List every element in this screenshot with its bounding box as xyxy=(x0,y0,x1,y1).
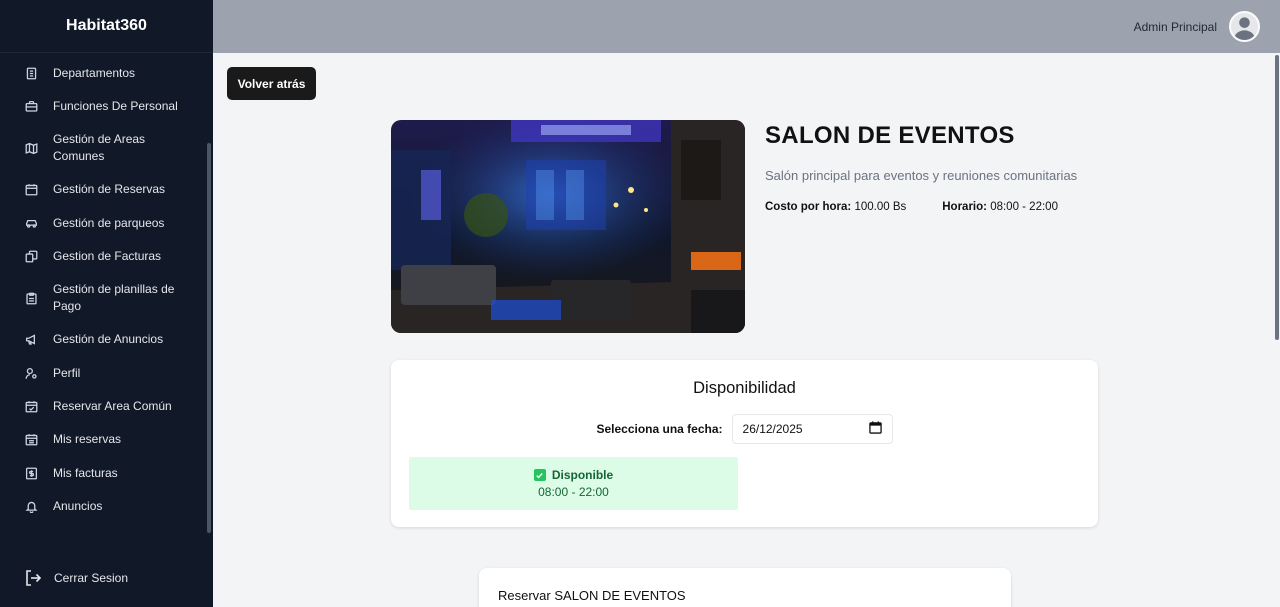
calendar-check-icon xyxy=(24,400,38,414)
user-name[interactable]: Admin Principal xyxy=(1134,20,1217,34)
sidebar: Habitat360 Departamentos Funciones De Pe… xyxy=(0,0,213,607)
sidebar-item-perfil[interactable]: Perfil xyxy=(0,356,205,390)
map-icon xyxy=(24,141,38,155)
sidebar-item-label: Mis facturas xyxy=(53,465,118,480)
sidebar-item-mis-facturas[interactable]: Mis facturas xyxy=(0,456,205,490)
main-scrollbar[interactable] xyxy=(1275,55,1279,340)
area-photo xyxy=(391,120,745,333)
sidebar-item-facturas[interactable]: Gestion de Facturas xyxy=(0,240,205,273)
calendar-icon xyxy=(24,183,38,197)
hours-value: 08:00 - 22:00 xyxy=(990,201,1058,213)
sidebar-item-departamentos[interactable]: Departamentos xyxy=(0,57,205,90)
sidebar-item-areas-comunes[interactable]: Gestión de Areas Comunes xyxy=(0,123,205,173)
calendar-grid-icon xyxy=(24,433,38,447)
logout-button[interactable]: Cerrar Sesion xyxy=(24,569,128,587)
sidebar-item-reservar-area[interactable]: Reservar Area Común xyxy=(0,390,205,423)
sidebar-item-funciones-personal[interactable]: Funciones De Personal xyxy=(0,90,205,123)
hours-label: Horario: xyxy=(942,201,987,213)
page-title: SALON DE EVENTOS xyxy=(765,122,1015,149)
sidebar-item-anuncios-admin[interactable]: Gestión de Anuncios xyxy=(0,323,205,356)
sidebar-item-label: Gestión de planillas de Pago xyxy=(53,282,175,313)
brand-logo[interactable]: Habitat360 xyxy=(0,0,213,53)
user-avatar-icon xyxy=(1233,17,1256,40)
main-content: Volver atrás SALON DE EVENTOS Salón prin… xyxy=(213,53,1273,607)
reserve-card: Reservar SALON DE EVENTOS xyxy=(479,568,1011,607)
top-header: Admin Principal xyxy=(213,0,1280,53)
sidebar-item-reservas[interactable]: Gestión de Reservas xyxy=(0,173,205,206)
sidebar-item-label: Funciones De Personal xyxy=(53,99,178,113)
date-label: Selecciona una fecha: xyxy=(596,422,723,436)
cost-info: Costo por hora: 100.00 Bs xyxy=(765,201,906,213)
avatar[interactable] xyxy=(1229,11,1260,42)
date-value: 26/12/2025 xyxy=(742,422,803,436)
receipt-icon xyxy=(24,250,38,264)
building-icon xyxy=(24,67,38,81)
sidebar-item-label: Gestion de Facturas xyxy=(53,249,162,263)
area-meta: Costo por hora: 100.00 Bs Horario: 08:00… xyxy=(765,201,1058,213)
cost-label: Costo por hora: xyxy=(765,201,852,213)
date-input[interactable]: 26/12/2025 xyxy=(731,414,893,444)
sidebar-scrollbar[interactable] xyxy=(207,143,211,533)
check-icon xyxy=(533,469,546,481)
megaphone-icon xyxy=(24,333,38,347)
sidebar-item-anuncios[interactable]: Anuncios xyxy=(0,490,205,523)
sidebar-item-parqueos[interactable]: Gestión de parqueos xyxy=(0,206,205,240)
sidebar-item-label: Gestión de Areas Comunes xyxy=(53,132,146,163)
date-selector: Selecciona una fecha: 26/12/2025 xyxy=(391,414,1098,444)
cost-value: 100.00 Bs xyxy=(854,201,907,213)
availability-status: Disponible xyxy=(533,468,614,482)
sidebar-item-label: Gestión de Reservas xyxy=(53,182,166,196)
logout-icon xyxy=(26,570,42,586)
availability-slot[interactable]: Disponible 08:00 - 22:00 xyxy=(409,457,738,510)
slot-time: 08:00 - 22:00 xyxy=(538,485,609,499)
availability-card: Disponibilidad Selecciona una fecha: 26/… xyxy=(391,360,1098,527)
area-description: Salón principal para eventos y reuniones… xyxy=(765,168,1078,183)
calendar-icon[interactable] xyxy=(868,421,882,437)
car-icon xyxy=(24,216,38,230)
sidebar-item-label: Departamentos xyxy=(53,66,136,80)
hours-info: Horario: 08:00 - 22:00 xyxy=(942,201,1058,213)
sidebar-item-label: Reservar Area Común xyxy=(53,399,172,413)
status-label: Disponible xyxy=(551,468,614,482)
sidebar-nav: Departamentos Funciones De Personal Gest… xyxy=(0,57,205,523)
availability-title: Disponibilidad xyxy=(693,379,796,397)
sidebar-item-label: Mis reservas xyxy=(53,432,122,446)
back-button[interactable]: Volver atrás xyxy=(227,67,316,100)
sidebar-item-planillas[interactable]: Gestión de planillas de Pago xyxy=(0,273,205,323)
logout-label: Cerrar Sesion xyxy=(54,571,129,585)
bell-icon xyxy=(24,500,38,514)
sidebar-item-label: Gestión de Anuncios xyxy=(53,332,164,346)
sidebar-item-label: Gestión de parqueos xyxy=(53,215,165,230)
reserve-title: Reservar SALON DE EVENTOS xyxy=(498,588,686,603)
sidebar-item-label: Anuncios xyxy=(53,499,103,513)
event-hall-image xyxy=(391,120,745,333)
sidebar-item-label: Perfil xyxy=(53,365,81,380)
dollar-icon xyxy=(24,466,38,480)
sidebar-item-mis-reservas[interactable]: Mis reservas xyxy=(0,423,205,456)
briefcase-icon xyxy=(24,100,38,114)
clipboard-icon xyxy=(24,291,38,305)
user-settings-icon xyxy=(24,366,38,380)
